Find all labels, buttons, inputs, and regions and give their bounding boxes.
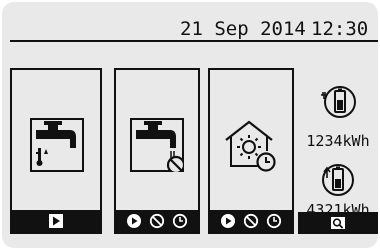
plug-battery-icon — [320, 82, 356, 122]
date-display: 21 Sep 2014 — [180, 18, 306, 40]
energy-detail-button[interactable] — [298, 212, 378, 234]
prohibit-icon[interactable] — [243, 213, 259, 229]
magnifier-icon[interactable] — [330, 215, 346, 231]
play-icon[interactable] — [220, 213, 236, 229]
tap-prohibited-icon — [130, 118, 184, 172]
hot-water-panel-footer — [12, 210, 100, 232]
status-divider — [10, 40, 378, 42]
water-prohibit-panel[interactable] — [114, 68, 200, 234]
house-sun-clock-icon — [222, 118, 276, 172]
energy-monitor-panel: 1234kWh 4321kWh — [298, 68, 378, 234]
play-icon[interactable] — [48, 213, 64, 229]
energy-consumed-value: 1234kWh — [306, 132, 370, 150]
arrow-battery-icon — [320, 160, 356, 200]
clock-icon[interactable] — [266, 213, 282, 229]
heating-schedule-panel[interactable] — [208, 68, 294, 234]
controller-screen: 21 Sep 2014 12:30 1234kWh 4321kWh — [2, 2, 378, 248]
time-display: 12:30 — [311, 18, 369, 40]
tap-temperature-icon — [30, 118, 84, 172]
clock-icon[interactable] — [172, 213, 188, 229]
play-icon[interactable] — [126, 213, 142, 229]
prohibit-icon[interactable] — [149, 213, 165, 229]
heating-schedule-panel-footer — [210, 210, 292, 232]
hot-water-panel[interactable] — [10, 68, 102, 234]
water-prohibit-panel-footer — [116, 210, 198, 232]
